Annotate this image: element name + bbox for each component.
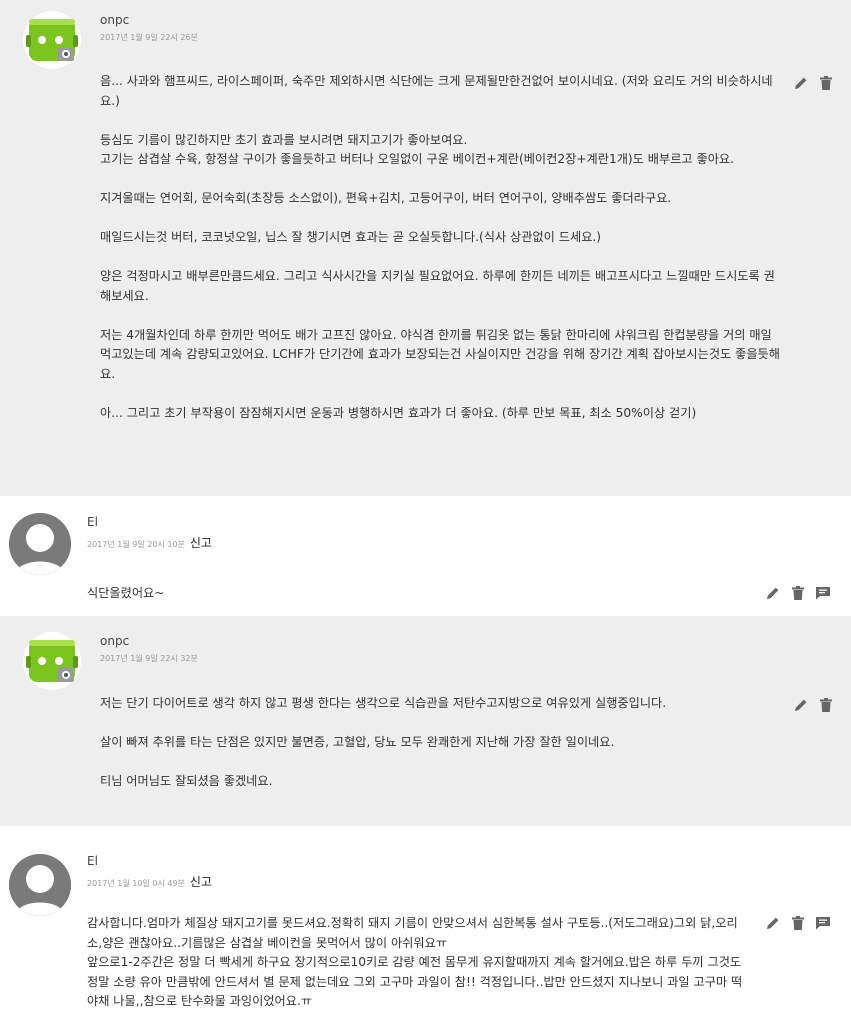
- comment-paragraph: 양은 걱정마시고 배부른만큼드세요. 그리고 식사시간을 지키실 필요없어요. …: [100, 269, 775, 303]
- comment-paragraph: 티님 어머님도 잘되셨음 좋겠네요.: [100, 774, 273, 788]
- comment-body: 감사합니다.엄마가 체질상 돼지고기를 못드셔요.정확히 돼지 기름이 안맞으셔…: [87, 914, 747, 1012]
- comment-paragraph: 아... 그리고 초기 부작용이 잠잠해지시면 운동과 병행하시면 효과가 더 …: [100, 405, 697, 420]
- comment-author[interactable]: El: [87, 515, 98, 529]
- comment-author[interactable]: onpc: [100, 13, 129, 27]
- pencil-icon[interactable]: [766, 916, 780, 930]
- comment-body: 음... 사과와 햄프씨드, 라이스페이퍼, 숙주만 제외하시면 식단에는 크게…: [100, 72, 780, 423]
- comment-paragraph: 살이 빠져 추위를 타는 단점은 있지만 불면증, 고혈압, 당뇨 모두 완쾌한…: [100, 735, 615, 749]
- comment-icon[interactable]: [816, 916, 830, 930]
- comment-actions: [794, 698, 832, 712]
- reply-comment: onpc 2017년 1월 9일 22시 32분 저는 단기 다이어트로 생각 …: [0, 616, 851, 826]
- comment-paragraph: 감사합니다.엄마가 체질상 돼지고기를 못드셔요.정확히 돼지 기름이 안맞으셔…: [87, 916, 743, 1008]
- trash-icon[interactable]: [820, 76, 832, 90]
- robot-avatar-icon: [26, 19, 78, 61]
- comment-icon[interactable]: [816, 586, 830, 600]
- user-placeholder-icon: [9, 513, 71, 575]
- trash-icon[interactable]: [820, 698, 832, 712]
- main-comment: El 2017년 1월 10일 0시 49분 신고 감사합니다.엄마가 체질상 돼…: [0, 826, 851, 1024]
- avatar: [23, 632, 81, 690]
- avatar: [9, 854, 71, 916]
- comment-actions: [766, 586, 830, 600]
- pencil-icon[interactable]: [766, 586, 780, 600]
- trash-icon[interactable]: [792, 916, 804, 930]
- comment-paragraph: 등심도 기름이 많긴하지만 초기 효과를 보시려면 돼지고기가 좋아보여요. 고…: [100, 132, 735, 167]
- comment-date-row: 2017년 1월 9일 20시 10분 신고: [87, 534, 212, 551]
- comment-date: 2017년 1월 9일 20시 10분: [87, 540, 185, 549]
- comment-date: 2017년 1월 9일 22시 26분: [100, 33, 198, 42]
- main-comment: El 2017년 1월 9일 20시 10분 신고 식단올렸어요~: [0, 496, 851, 616]
- comment-actions: [794, 76, 832, 90]
- comment-paragraph: 식단올렸어요~: [87, 586, 165, 600]
- trash-icon[interactable]: [792, 586, 804, 600]
- comment-paragraph: 매일드시는것 버터, 코코넛오일, 닙스 잘 챙기시면 효과는 곧 오실듯합니다…: [100, 230, 602, 244]
- comment-date: 2017년 1월 10일 0시 49분: [87, 879, 185, 888]
- user-placeholder-icon: [9, 854, 71, 916]
- comment-actions: [766, 916, 830, 930]
- comment-date: 2017년 1월 9일 22시 32분: [100, 654, 198, 663]
- robot-avatar-icon: [26, 640, 78, 682]
- avatar: [9, 513, 71, 575]
- pencil-icon[interactable]: [794, 76, 808, 90]
- pencil-icon[interactable]: [794, 698, 808, 712]
- report-button[interactable]: 신고: [190, 536, 212, 550]
- comment-body: 식단올렸어요~: [87, 584, 747, 604]
- reply-comment: onpc 2017년 1월 9일 22시 26분 음... 사과와 햄프씨드, …: [0, 0, 851, 496]
- comment-paragraph: 지겨울때는 연어회, 문어숙회(초장등 소스없이), 편육+김치, 고등어구이,…: [100, 191, 672, 205]
- report-button[interactable]: 신고: [190, 875, 212, 889]
- comment-body: 저는 단기 다이어트로 생각 하지 않고 평생 한다는 생각으로 식습관을 저탄…: [100, 694, 780, 792]
- comment-paragraph: 저는 단기 다이어트로 생각 하지 않고 평생 한다는 생각으로 식습관을 저탄…: [100, 696, 667, 710]
- comment-author[interactable]: onpc: [100, 634, 129, 648]
- comment-author[interactable]: El: [87, 854, 98, 868]
- comment-paragraph: 저는 4개월차인데 하루 한끼만 먹어도 배가 고프진 않아요. 야식겸 한끼를…: [100, 327, 780, 381]
- comment-paragraph: 음... 사과와 햄프씨드, 라이스페이퍼, 숙주만 제외하시면 식단에는 크게…: [100, 74, 773, 108]
- avatar: [23, 11, 81, 69]
- comment-date-row: 2017년 1월 10일 0시 49분 신고: [87, 873, 212, 890]
